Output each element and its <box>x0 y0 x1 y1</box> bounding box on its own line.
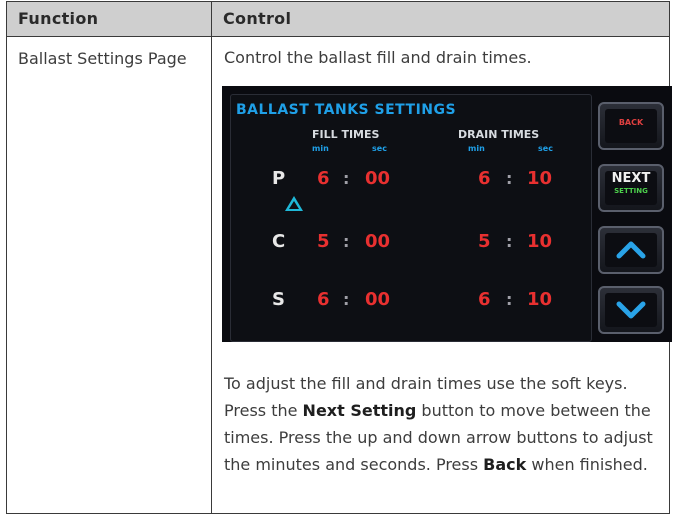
instr-bold-next-setting: Next Setting <box>302 401 417 420</box>
drain-times-label: DRAIN TIMES <box>458 128 540 141</box>
c-drain-sep: : <box>506 232 513 251</box>
table-header: Function Control <box>7 2 669 37</box>
p-drain-min: 6 <box>478 168 491 189</box>
fill-times-label: FILL TIMES <box>312 128 380 141</box>
setting-softkey-label: SETTING <box>614 187 648 195</box>
back-softkey-label: BACK <box>618 118 644 127</box>
header-control: Control <box>223 9 292 28</box>
fill-min-unit: min <box>312 144 329 153</box>
back-softkey[interactable]: BACK <box>598 102 664 150</box>
c-fill-sec: 00 <box>365 231 391 252</box>
chevron-down-icon <box>616 301 646 319</box>
c-fill-sep: : <box>343 232 350 251</box>
s-drain-min: 6 <box>478 289 491 310</box>
next-setting-softkey[interactable]: NEXT SETTING <box>598 164 664 212</box>
p-fill-sep: : <box>343 169 350 188</box>
p-drain-sep: : <box>506 169 513 188</box>
instr-text-3: when finished. <box>526 455 648 474</box>
s-fill-min: 6 <box>317 289 330 310</box>
chevron-up-icon <box>616 241 646 259</box>
s-fill-sep: : <box>343 290 350 309</box>
column-divider <box>211 2 212 513</box>
triangle-inner <box>289 201 299 209</box>
s-drain-sep: : <box>506 290 513 309</box>
p-fill-sec: 00 <box>365 168 391 189</box>
function-label: Ballast Settings Page <box>18 49 187 68</box>
row-letter-p: P <box>272 168 286 189</box>
control-instructions: To adjust the fill and drain times use t… <box>224 370 664 478</box>
instr-bold-back: Back <box>483 455 527 474</box>
control-intro: Control the ballast fill and drain times… <box>224 48 532 67</box>
c-fill-min: 5 <box>317 231 330 252</box>
fill-sec-unit: sec <box>372 144 387 153</box>
header-function: Function <box>18 9 99 28</box>
ballast-settings-screenshot: BALLAST TANKS SETTINGS FILL TIMES DRAIN … <box>222 86 672 342</box>
row-letter-s: S <box>272 289 285 310</box>
drain-sec-unit: sec <box>538 144 553 153</box>
c-drain-sec: 10 <box>527 231 553 252</box>
drain-min-unit: min <box>468 144 485 153</box>
c-drain-min: 5 <box>478 231 491 252</box>
next-softkey-label: NEXT <box>611 171 651 186</box>
up-arrow-softkey[interactable] <box>598 226 664 274</box>
down-arrow-softkey[interactable] <box>598 286 664 334</box>
s-drain-sec: 10 <box>527 289 553 310</box>
p-drain-sec: 10 <box>527 168 553 189</box>
screen-title: BALLAST TANKS SETTINGS <box>236 102 457 118</box>
p-fill-min: 6 <box>317 168 330 189</box>
row-letter-c: C <box>272 231 286 252</box>
s-fill-sec: 00 <box>365 289 391 310</box>
